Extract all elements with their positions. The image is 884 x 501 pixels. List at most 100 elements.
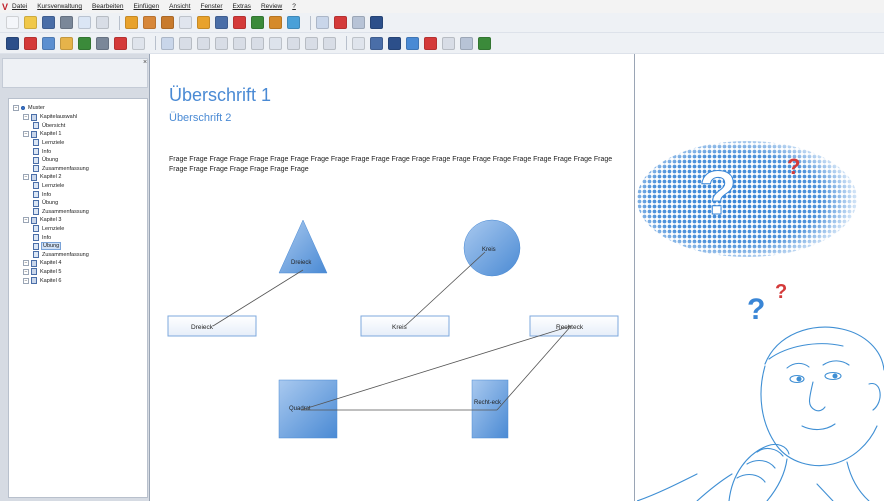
menu-item-fenster[interactable]: Fenster (200, 3, 222, 10)
grid-icon[interactable] (406, 36, 419, 50)
tree-page[interactable]: Übung (33, 156, 58, 164)
media-icon[interactable] (24, 36, 37, 50)
page-icon[interactable] (125, 16, 138, 29)
tree-page[interactable]: Info (33, 191, 51, 198)
tree-page[interactable]: Lernziele (33, 182, 64, 190)
link-icon[interactable] (161, 36, 174, 50)
page-new-icon[interactable] (197, 16, 210, 29)
page-export-icon[interactable] (251, 16, 264, 29)
answer-box-dreieck[interactable]: Dreieck (167, 315, 257, 337)
open-folder-icon[interactable] (24, 16, 37, 29)
tree-page[interactable]: Lernziele (33, 139, 64, 147)
tree-chapter[interactable]: − Kapitel 5 (23, 268, 61, 276)
tree-page[interactable]: Info (33, 148, 51, 155)
copy-icon[interactable] (78, 16, 91, 29)
tree-page[interactable]: Zusammenfassung (33, 251, 89, 259)
print-icon[interactable] (60, 16, 73, 29)
shape-square[interactable]: Quadrat (278, 379, 338, 439)
tree-page[interactable]: Übersicht (33, 122, 65, 130)
tree-chapter[interactable]: − Kapitelauswahl (23, 113, 77, 121)
document-page[interactable]: Überschrift 1 Überschrift 2 Frage Frage … (151, 54, 635, 501)
answer-box-rechteck[interactable]: Rechteck (529, 315, 619, 337)
new-doc-icon[interactable] (6, 16, 19, 29)
chart-icon[interactable] (114, 36, 127, 50)
bring-front-icon[interactable] (305, 36, 318, 50)
tree-page[interactable]: Info (33, 234, 51, 241)
tree-page[interactable]: Zusammenfassung (33, 165, 89, 173)
tree-expand-icon[interactable]: − (23, 260, 29, 267)
page-link-icon[interactable] (179, 16, 192, 29)
settings-icon[interactable] (96, 36, 109, 50)
menu-item-datei[interactable]: Datei (12, 3, 27, 10)
sidebar-close-icon[interactable]: × (143, 59, 147, 66)
ungroup-icon[interactable] (251, 36, 264, 50)
tree-expand-icon[interactable]: − (13, 105, 19, 111)
shape-icon[interactable] (78, 36, 91, 50)
question-text[interactable]: Frage Frage Frage Frage Frage Frage Frag… (169, 155, 629, 175)
tree-expand-icon[interactable]: − (23, 114, 29, 121)
width-icon[interactable] (352, 16, 365, 29)
image-icon[interactable] (42, 36, 55, 50)
table-icon[interactable] (269, 36, 282, 50)
tree-expand-icon[interactable]: − (23, 277, 29, 284)
tree-chapter[interactable]: − Kapitel 1 (23, 130, 61, 138)
group-icon[interactable] (233, 36, 246, 50)
page-move-icon[interactable] (269, 16, 282, 29)
view-icon[interactable] (388, 36, 401, 50)
menu-item-ansicht[interactable]: Ansicht (169, 3, 190, 10)
sound-icon[interactable] (60, 36, 73, 50)
tree-page[interactable]: Übung (33, 199, 58, 207)
page-delete-icon[interactable] (233, 16, 246, 29)
toolbar-separator (155, 36, 156, 50)
paste-icon[interactable] (96, 16, 109, 29)
tree-expand-icon[interactable]: − (23, 217, 29, 224)
course-tree[interactable]: − Muster − Kapitelauswahl Übersicht − Kapitel … (8, 98, 148, 498)
list-icon[interactable] (460, 36, 473, 50)
layout-icon[interactable] (424, 36, 437, 50)
layers-icon[interactable] (287, 36, 300, 50)
shape-triangle[interactable]: Dreieck (278, 219, 328, 274)
tree-chapter[interactable]: − Kapitel 2 (23, 173, 61, 181)
course-icon[interactable] (6, 36, 19, 50)
save-icon[interactable] (42, 16, 55, 29)
tree-chapter[interactable]: − Kapitel 3 (23, 216, 61, 224)
tree-chapter[interactable]: − Kapitel 4 (23, 259, 61, 267)
menu-item-bearbeiten[interactable]: Bearbeiten (92, 3, 123, 10)
undo-icon[interactable] (179, 36, 192, 50)
tree-expand-icon[interactable]: − (23, 131, 29, 138)
block-icon[interactable] (352, 36, 365, 50)
tree-page[interactable]: Zusammenfassung (33, 208, 89, 216)
heading-1[interactable]: Überschrift 1 (169, 85, 271, 106)
redo-icon[interactable] (197, 36, 210, 50)
menu-item-einfuegen[interactable]: Einfügen (133, 3, 159, 10)
tree-expand-icon[interactable]: − (23, 268, 29, 275)
link-chain-icon[interactable] (370, 36, 383, 50)
frame-icon[interactable] (132, 36, 145, 50)
page-settings-icon[interactable] (161, 16, 174, 29)
page-edit-icon[interactable] (143, 16, 156, 29)
shape-circle[interactable]: Kreis (463, 219, 521, 277)
menu-item-review[interactable]: Review (261, 3, 282, 10)
chart-bar-icon[interactable] (478, 36, 491, 50)
align-left-icon[interactable] (316, 16, 329, 29)
menu-item-extras[interactable]: Extras (233, 3, 251, 10)
shape-square-label: Quadrat (289, 406, 311, 412)
menu-item-help[interactable]: ? (292, 3, 296, 10)
tree-page[interactable]: Übung (33, 242, 62, 251)
text-cursor-icon[interactable] (370, 16, 383, 29)
menu-item-kursverwaltung[interactable]: Kursverwaltung (37, 3, 82, 10)
cut-icon[interactable] (215, 36, 228, 50)
person-line-art (637, 326, 884, 501)
send-back-icon[interactable] (323, 36, 336, 50)
page-save-icon[interactable] (215, 16, 228, 29)
tree-page[interactable]: Lernziele (33, 225, 64, 233)
tree-expand-icon[interactable]: − (23, 174, 29, 181)
page-import-icon[interactable] (287, 16, 300, 29)
align-top-icon[interactable] (334, 16, 347, 29)
shape-rectangle[interactable]: Recht-eck (471, 379, 509, 439)
tree-chapter[interactable]: − Kapitel 6 (23, 277, 61, 284)
tree-root[interactable]: − Muster (13, 105, 45, 111)
page-icon (33, 242, 39, 250)
find-icon[interactable] (442, 36, 455, 50)
heading-2[interactable]: Überschrift 2 (169, 112, 231, 124)
